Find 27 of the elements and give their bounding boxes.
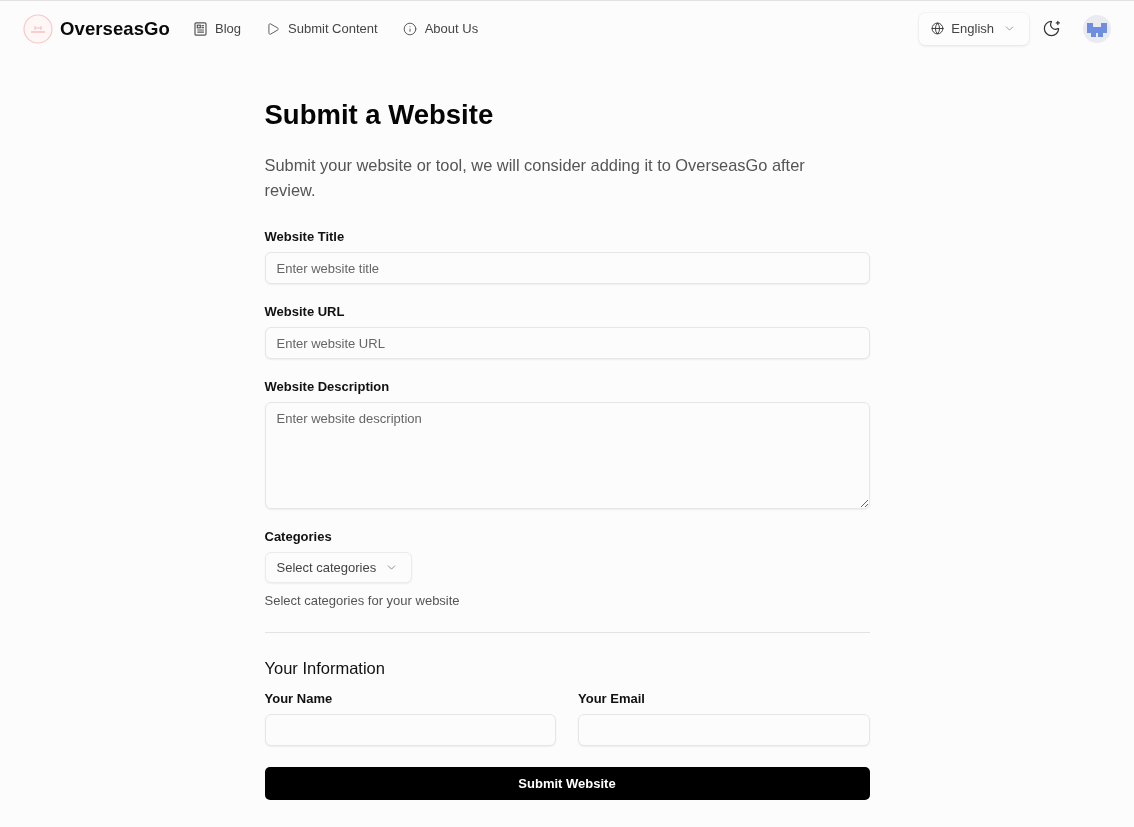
brand-name: OverseasGo bbox=[60, 17, 170, 40]
play-icon bbox=[266, 21, 281, 36]
input-field[interactable]: Enter website title bbox=[264, 252, 870, 284]
nav-link[interactable]: Blog bbox=[194, 21, 242, 36]
input-field[interactable]: Enter website URL bbox=[264, 327, 870, 359]
avatar-icon[interactable] bbox=[1083, 14, 1111, 43]
page-title: Submit a Website bbox=[264, 98, 495, 132]
categories-select[interactable]: Select categories bbox=[264, 552, 413, 583]
field-label: Your Name bbox=[264, 691, 334, 707]
field-label: Categories bbox=[264, 529, 333, 545]
moon-icon[interactable] bbox=[1042, 19, 1061, 38]
textarea-field[interactable]: Enter website description bbox=[264, 402, 870, 509]
page-subtitle: Submit your website or tool, we will consider adding it to OverseasGo after review. bbox=[264, 155, 806, 201]
submit-button[interactable]: Submit Website bbox=[264, 767, 870, 800]
section-heading: Your Information bbox=[264, 658, 386, 679]
info-icon bbox=[402, 21, 417, 36]
field-label: Website Title bbox=[264, 229, 346, 245]
nav-link[interactable]: About Us bbox=[402, 21, 479, 36]
logo-icon bbox=[23, 13, 53, 44]
field-label: Website URL bbox=[264, 304, 346, 320]
nav-link[interactable]: Submit Content bbox=[266, 21, 378, 36]
field-label: Website Description bbox=[264, 379, 391, 395]
language-button[interactable]: English bbox=[919, 12, 1029, 45]
document-icon bbox=[194, 21, 207, 36]
globe-icon bbox=[931, 22, 945, 35]
helper-text: Select categories for your website bbox=[264, 593, 461, 609]
field-label: Your Email bbox=[578, 691, 646, 707]
